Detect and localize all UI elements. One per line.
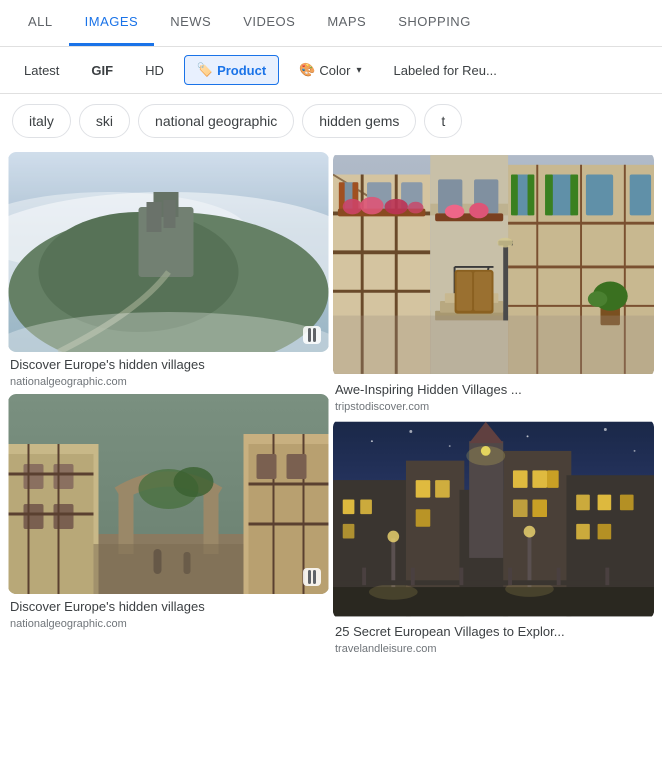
image-title-2: Awe-Inspiring Hidden Villages ... [335, 381, 652, 399]
filter-latest[interactable]: Latest [12, 57, 71, 84]
image-card-3[interactable]: Discover Europe's hidden villages nation… [8, 394, 329, 632]
image-caption-3: Discover Europe's hidden villages nation… [8, 594, 329, 632]
chips-bar: italy ski national geographic hidden gem… [0, 94, 662, 148]
tab-maps[interactable]: MAPS [311, 0, 382, 46]
product-icon: 🏷️ [197, 62, 213, 78]
image-card-2[interactable]: Awe-Inspiring Hidden Villages ... tripst… [333, 152, 654, 415]
image-3-thumbnail [8, 394, 329, 594]
image-source-2: tripstodiscover.com [335, 401, 652, 413]
tab-images[interactable]: IMAGES [69, 0, 155, 46]
image-caption-4: 25 Secret European Villages to Explor...… [333, 619, 654, 657]
nav-tabs: ALL IMAGES NEWS VIDEOS MAPS SHOPPING [0, 0, 662, 47]
product-label: Product [217, 63, 266, 78]
gif-label: GIF [91, 63, 113, 78]
image-col-2: Awe-Inspiring Hidden Villages ... tripst… [333, 152, 654, 657]
filter-bar: Latest GIF HD 🏷️ Product 🎨 Color ▾ Label… [0, 47, 662, 94]
chip-hidden-gems[interactable]: hidden gems [302, 104, 416, 138]
chip-national-geographic[interactable]: national geographic [138, 104, 294, 138]
color-label: Color [319, 63, 350, 78]
image-grid: Discover Europe's hidden villages nation… [0, 148, 662, 661]
chip-italy[interactable]: italy [12, 104, 71, 138]
image-col-1: Discover Europe's hidden villages nation… [8, 152, 329, 657]
tab-news[interactable]: NEWS [154, 0, 227, 46]
tab-all[interactable]: ALL [12, 0, 69, 46]
image-source-3: nationalgeographic.com [10, 618, 327, 630]
image-card-1[interactable]: Discover Europe's hidden villages nation… [8, 152, 329, 390]
image-source-1: nationalgeographic.com [10, 376, 327, 388]
image-4-thumbnail [333, 419, 654, 619]
chip-ski[interactable]: ski [79, 104, 130, 138]
color-icon: 🎨 [299, 62, 315, 78]
image-source-4: travelandleisure.com [335, 643, 652, 655]
image-title-1: Discover Europe's hidden villages [10, 356, 327, 374]
image-1-thumbnail [8, 152, 329, 352]
slideshow-indicator-1 [303, 326, 321, 344]
filter-color[interactable]: 🎨 Color ▾ [287, 56, 373, 84]
chip-more-label: t [441, 113, 445, 129]
filter-labeled[interactable]: Labeled for Reu... [381, 57, 508, 84]
color-dropdown-icon: ▾ [356, 65, 361, 76]
image-2-thumbnail [333, 152, 654, 377]
tab-videos[interactable]: VIDEOS [227, 0, 311, 46]
filter-hd[interactable]: HD [133, 57, 176, 84]
image-caption-2: Awe-Inspiring Hidden Villages ... tripst… [333, 377, 654, 415]
chip-more[interactable]: t [424, 104, 462, 138]
tab-shopping[interactable]: SHOPPING [382, 0, 487, 46]
slideshow-indicator-3 [303, 568, 321, 586]
image-title-3: Discover Europe's hidden villages [10, 598, 327, 616]
filter-gif[interactable]: GIF [79, 57, 125, 84]
image-title-4: 25 Secret European Villages to Explor... [335, 623, 652, 641]
image-card-4[interactable]: 25 Secret European Villages to Explor...… [333, 419, 654, 657]
image-caption-1: Discover Europe's hidden villages nation… [8, 352, 329, 390]
filter-product[interactable]: 🏷️ Product [184, 55, 279, 85]
